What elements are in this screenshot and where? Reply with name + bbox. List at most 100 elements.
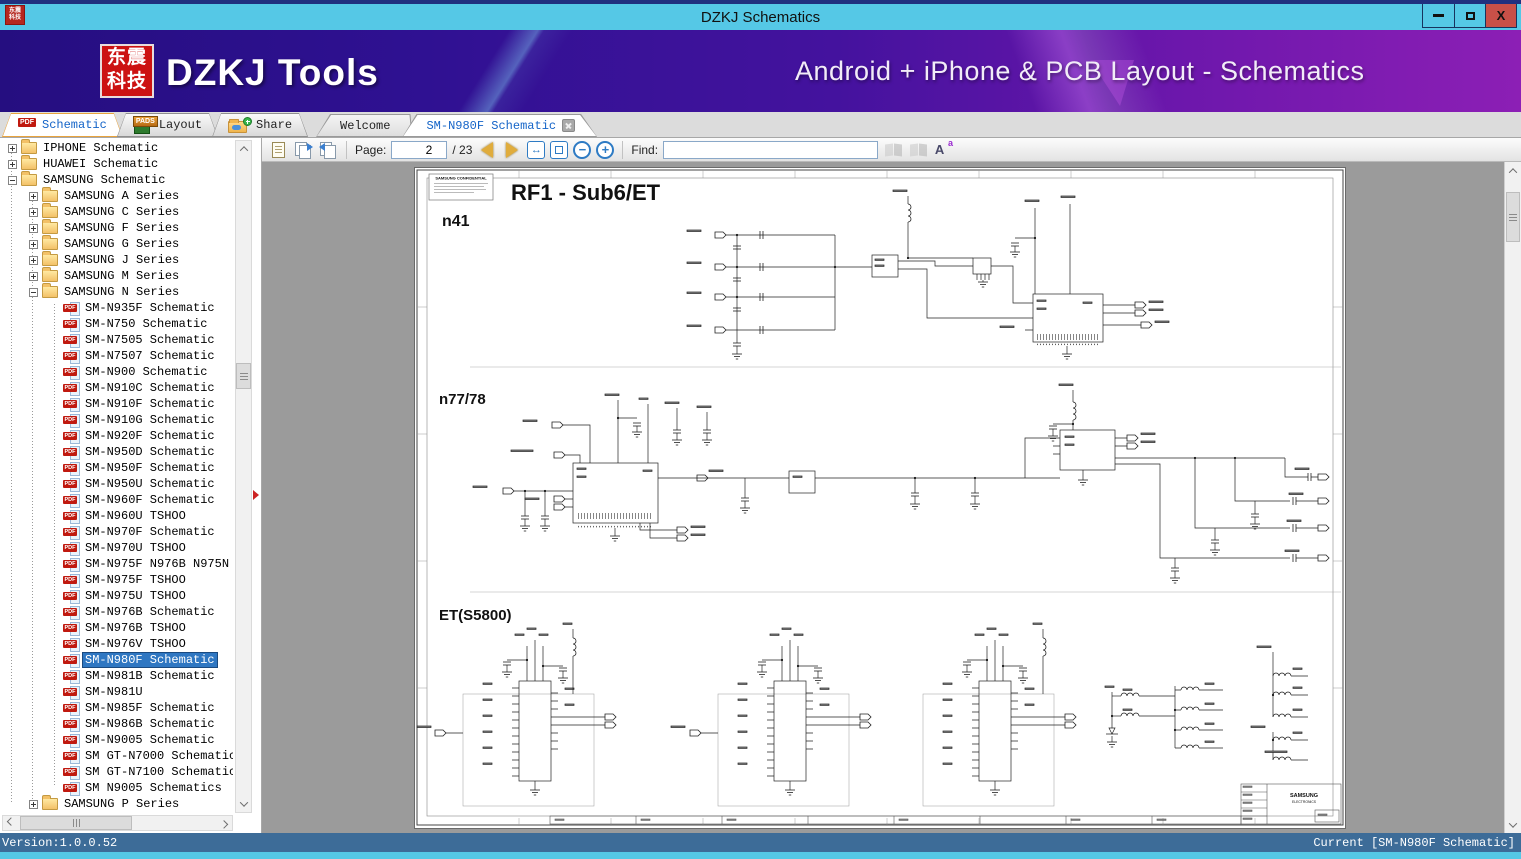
fit-width-button[interactable]: ↔ xyxy=(527,140,546,159)
document-vertical-scrollbar[interactable] xyxy=(1504,162,1521,833)
tree-item[interactable]: SM-N950U Schematic xyxy=(2,476,233,492)
previous-page-button[interactable] xyxy=(477,140,497,160)
scrollbar-thumb[interactable] xyxy=(1506,192,1520,242)
expand-toggle-icon[interactable] xyxy=(29,271,38,281)
tree-item-icon xyxy=(63,413,80,428)
scroll-right-button[interactable] xyxy=(216,816,232,830)
expand-toggle-icon[interactable] xyxy=(29,239,38,249)
tree-item[interactable]: SM-N9005 Schematic xyxy=(2,732,233,748)
tab-share[interactable]: Share xyxy=(212,113,308,137)
prev-view-button[interactable] xyxy=(318,140,338,160)
scroll-left-button[interactable] xyxy=(3,816,19,830)
zoom-in-button[interactable]: + xyxy=(596,140,615,159)
close-button[interactable]: X xyxy=(1485,4,1516,27)
tree-item-icon xyxy=(63,333,80,348)
tree-item[interactable]: SAMSUNG G Series xyxy=(2,235,233,252)
tab-schematic[interactable]: PDF Schematic xyxy=(2,113,184,137)
tree-item[interactable]: SAMSUNG Schematic xyxy=(2,171,233,188)
tree-item[interactable]: SM-N975F TSHOO xyxy=(2,572,233,588)
tab-layout[interactable]: PADS Layout xyxy=(117,113,218,137)
tree-item[interactable]: SM-N976V TSHOO xyxy=(2,636,233,652)
tree-item[interactable]: SAMSUNG M Series xyxy=(2,267,233,284)
next-page-button[interactable] xyxy=(502,140,522,160)
sidebar-vertical-scrollbar[interactable] xyxy=(235,140,252,813)
tree-item[interactable]: HUAWEI Schematic xyxy=(2,155,233,172)
scroll-up-button[interactable] xyxy=(1505,162,1521,179)
tree-item-icon xyxy=(63,573,80,588)
tree-item[interactable]: SM-N910F Schematic xyxy=(2,396,233,412)
tree-item[interactable]: SM-N910G Schematic xyxy=(2,412,233,428)
next-view-button[interactable] xyxy=(293,140,313,160)
sidebar-horizontal-scrollbar[interactable] xyxy=(2,815,233,831)
tree-item-icon xyxy=(63,717,80,732)
close-tab-icon[interactable] xyxy=(562,119,576,132)
sidebar: IPHONE Schematic HUAWEI Schematic SAMSUN… xyxy=(0,138,262,833)
scroll-down-button[interactable] xyxy=(1505,816,1521,833)
splitter-collapse-arrow[interactable] xyxy=(253,490,259,500)
text-settings-button[interactable]: Aa xyxy=(933,138,953,160)
properties-button[interactable] xyxy=(268,140,288,160)
tree-item[interactable]: SM-N920F Schematic xyxy=(2,428,233,444)
tree-item[interactable]: SM-N985F Schematic xyxy=(2,700,233,716)
expand-toggle-icon[interactable] xyxy=(29,191,38,201)
tree-item[interactable]: SM-N750 Schematic xyxy=(2,316,233,332)
tree-item[interactable]: SM-N7507 Schematic xyxy=(2,348,233,364)
expand-toggle-icon[interactable] xyxy=(8,159,17,169)
tree-item[interactable]: SM-N950D Schematic xyxy=(2,444,233,460)
tree-item[interactable]: SAMSUNG C Series xyxy=(2,203,233,220)
tree-item[interactable]: SM-N980F Schematic xyxy=(2,652,233,668)
tree-item[interactable]: SM-N935F Schematic xyxy=(2,300,233,316)
chevron-up-icon xyxy=(239,146,248,155)
expand-toggle-icon[interactable] xyxy=(29,287,38,297)
tree-item[interactable]: SM-N975U TSHOO xyxy=(2,588,233,604)
maximize-button[interactable] xyxy=(1454,4,1485,27)
scroll-up-button[interactable] xyxy=(236,141,251,157)
scrollbar-thumb[interactable] xyxy=(236,363,251,389)
expand-toggle-icon[interactable] xyxy=(8,143,17,153)
tree-item[interactable]: SM-N7505 Schematic xyxy=(2,332,233,348)
expand-toggle-icon[interactable] xyxy=(8,175,17,185)
tree-item[interactable]: SAMSUNG F Series xyxy=(2,219,233,236)
tree-item[interactable]: SM-N960U TSHOO xyxy=(2,508,233,524)
fit-page-button[interactable] xyxy=(550,140,569,159)
expand-toggle-icon[interactable] xyxy=(29,207,38,217)
expand-toggle-icon[interactable] xyxy=(29,799,38,809)
zoom-out-button[interactable]: − xyxy=(573,140,592,159)
tree-item-label: SAMSUNG C Series xyxy=(64,205,180,219)
pads-icon: PADS xyxy=(132,116,158,134)
minimize-button[interactable] xyxy=(1423,4,1454,27)
tree-item[interactable]: SM N9005 Schematics xyxy=(2,780,233,796)
find-input[interactable] xyxy=(663,140,879,159)
tree-item[interactable]: SM-N976B TSHOO xyxy=(2,620,233,636)
tree-item[interactable]: SM-N976B Schematic xyxy=(2,604,233,620)
find-next-button[interactable] xyxy=(908,140,928,160)
tree-item[interactable]: IPHONE Schematic xyxy=(2,139,233,156)
tree-item[interactable]: SM-N975F N976B N975N Sche xyxy=(2,556,233,572)
tree-item[interactable]: SAMSUNG N Series xyxy=(2,283,233,300)
tree-item[interactable]: SM-N986B Schematic xyxy=(2,716,233,732)
tree-item[interactable]: SM-N970F Schematic xyxy=(2,524,233,540)
tree-item-icon xyxy=(63,669,80,684)
tree-item-label: SM-N950D Schematic xyxy=(85,445,215,459)
scrollbar-thumb[interactable] xyxy=(20,816,132,830)
scroll-down-button[interactable] xyxy=(236,796,251,812)
tree-item[interactable]: SAMSUNG J Series xyxy=(2,251,233,268)
tree-item[interactable]: SM-N981U xyxy=(2,684,233,700)
expand-toggle-icon[interactable] xyxy=(29,223,38,233)
tree-item[interactable]: SM-N950F Schematic xyxy=(2,460,233,476)
tree-item[interactable]: SM-N960F Schematic xyxy=(2,492,233,508)
doc-tab-welcome[interactable]: Welcome xyxy=(316,114,412,137)
tree-item[interactable]: SM GT-N7100 Schematics xyxy=(2,764,233,780)
tree-item[interactable]: SM-N981B Schematic xyxy=(2,668,233,684)
expand-toggle-icon[interactable] xyxy=(29,255,38,265)
tree-item[interactable]: SAMSUNG P Series xyxy=(2,795,233,812)
tree-item[interactable]: SAMSUNG A Series xyxy=(2,187,233,204)
tree-item[interactable]: SM GT-N7000 Schematics xyxy=(2,748,233,764)
tree-item[interactable]: SM-N970U TSHOO xyxy=(2,540,233,556)
tree-item[interactable]: SM-N900 Schematic xyxy=(2,364,233,380)
page-number-input[interactable] xyxy=(391,140,448,159)
doc-tab-sm-n980f[interactable]: SM-N980F Schematic xyxy=(402,114,597,137)
find-previous-button[interactable] xyxy=(883,140,903,160)
find-label: Find: xyxy=(631,142,659,157)
tree-item[interactable]: SM-N910C Schematic xyxy=(2,380,233,396)
